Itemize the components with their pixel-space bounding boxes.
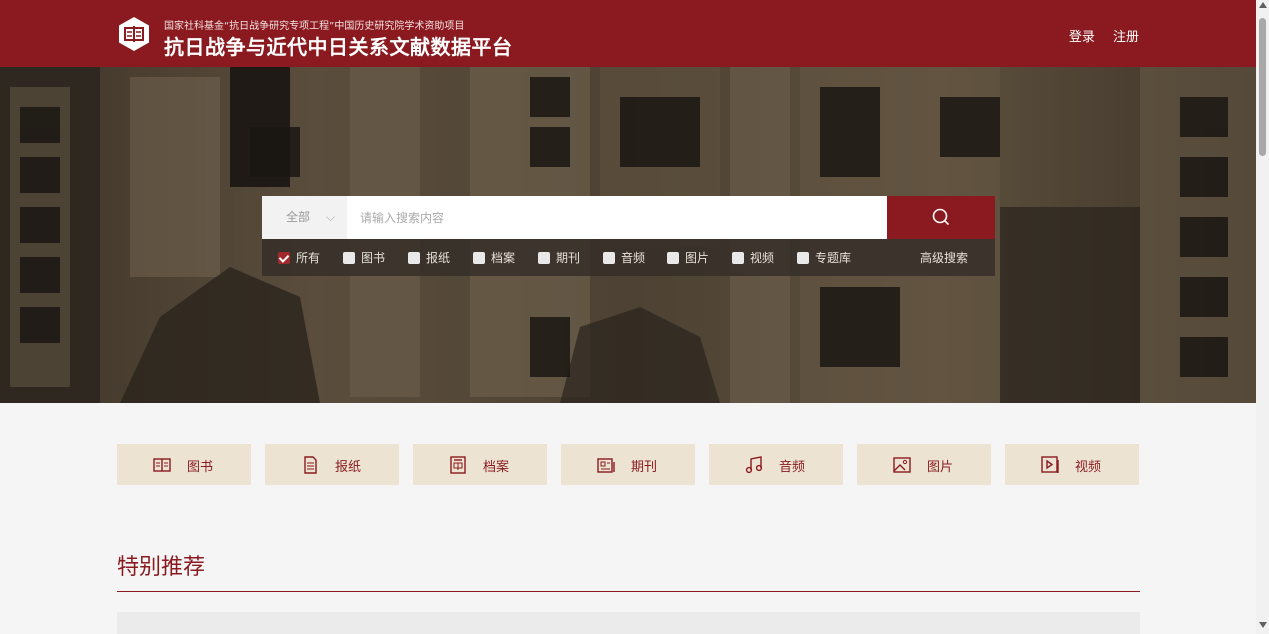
register-link[interactable]: 注册	[1113, 30, 1139, 45]
music-icon	[745, 456, 763, 474]
search-scope-select[interactable]: 全部 ⌵	[262, 196, 347, 239]
header-subtitle: 国家社科基金“抗日战争研究专项工程”中国历史研究院学术资助项目	[164, 21, 465, 32]
search-button[interactable]	[887, 196, 995, 239]
category-tile-newspapers[interactable]: 报纸	[265, 444, 399, 485]
auth-links: 登录 注册	[1055, 26, 1139, 45]
checkbox-icon[interactable]	[473, 252, 485, 264]
advanced-search-link[interactable]: 高级搜索	[920, 249, 968, 266]
checkbox-icon[interactable]	[343, 252, 355, 264]
checkbox-icon[interactable]	[603, 252, 615, 264]
category-tile-books[interactable]: 图书	[117, 444, 251, 485]
site-title[interactable]: 抗日战争与近代中日关系文献数据平台	[164, 31, 513, 60]
filter-audio[interactable]: 音频	[603, 249, 645, 266]
category-tile-videos[interactable]: 视频	[1005, 444, 1139, 485]
category-label: 期刊	[631, 460, 658, 475]
search-bar: 全部 ⌵	[262, 196, 995, 239]
category-tile-images[interactable]: 图片	[857, 444, 991, 485]
category-tile-journals[interactable]: 期刊	[561, 444, 695, 485]
scroll-thumb[interactable]	[1259, 18, 1266, 156]
filter-videos[interactable]: 视频	[732, 249, 774, 266]
search-icon	[932, 208, 950, 226]
section-divider	[117, 591, 1140, 592]
filter-images[interactable]: 图片	[667, 249, 709, 266]
checkbox-icon[interactable]	[278, 252, 290, 264]
scroll-up-icon[interactable]	[1259, 2, 1267, 8]
checkbox-icon[interactable]	[732, 252, 744, 264]
image-icon	[893, 457, 911, 473]
scroll-down-icon[interactable]	[1259, 622, 1267, 628]
filter-archives[interactable]: 档案	[473, 249, 515, 266]
logo-icon	[119, 17, 149, 51]
checkbox-icon[interactable]	[538, 252, 550, 264]
category-label: 图片	[927, 460, 954, 475]
recommend-panel	[117, 612, 1140, 634]
login-link[interactable]: 登录	[1069, 30, 1095, 45]
page-scrollbar[interactable]	[1256, 0, 1269, 634]
category-tile-archives[interactable]: 档案	[413, 444, 547, 485]
filter-newspapers[interactable]: 报纸	[408, 249, 450, 266]
filter-topics[interactable]: 专题库	[797, 249, 851, 266]
category-label: 报纸	[335, 460, 362, 475]
chevron-down-icon: ⌵	[326, 210, 336, 224]
top-header: 国家社科基金“抗日战争研究专项工程”中国历史研究院学术资助项目 抗日战争与近代中…	[0, 0, 1256, 67]
search-scope-label: 全部	[286, 210, 311, 224]
search-box: 全部 ⌵ 所有 图书 报纸 档案 期刊 音频 图片 视频 专题库 高级搜索	[262, 196, 995, 276]
filter-all[interactable]: 所有	[278, 249, 320, 266]
search-filter-bar: 所有 图书 报纸 档案 期刊 音频 图片 视频 专题库 高级搜索	[262, 239, 995, 276]
category-label: 档案	[483, 460, 510, 475]
newspaper-icon	[304, 456, 317, 474]
archive-icon	[450, 456, 466, 474]
filter-journals[interactable]: 期刊	[538, 249, 580, 266]
category-tiles: 图书 报纸 档案 期刊 音频 图片 视频	[117, 444, 1140, 485]
category-label: 音频	[779, 460, 806, 475]
checkbox-icon[interactable]	[797, 252, 809, 264]
checkbox-icon[interactable]	[408, 252, 420, 264]
search-input[interactable]	[348, 196, 887, 239]
section-title-recommend: 特别推荐	[117, 555, 206, 580]
hero-banner: 全部 ⌵ 所有 图书 报纸 档案 期刊 音频 图片 视频 专题库 高级搜索	[0, 67, 1256, 403]
checkbox-icon[interactable]	[667, 252, 679, 264]
category-label: 视频	[1075, 460, 1102, 475]
category-tile-audio[interactable]: 音频	[709, 444, 843, 485]
video-icon	[1041, 456, 1059, 473]
book-icon	[153, 458, 171, 472]
filter-books[interactable]: 图书	[343, 249, 385, 266]
category-label: 图书	[187, 460, 214, 475]
journal-icon	[597, 458, 615, 473]
